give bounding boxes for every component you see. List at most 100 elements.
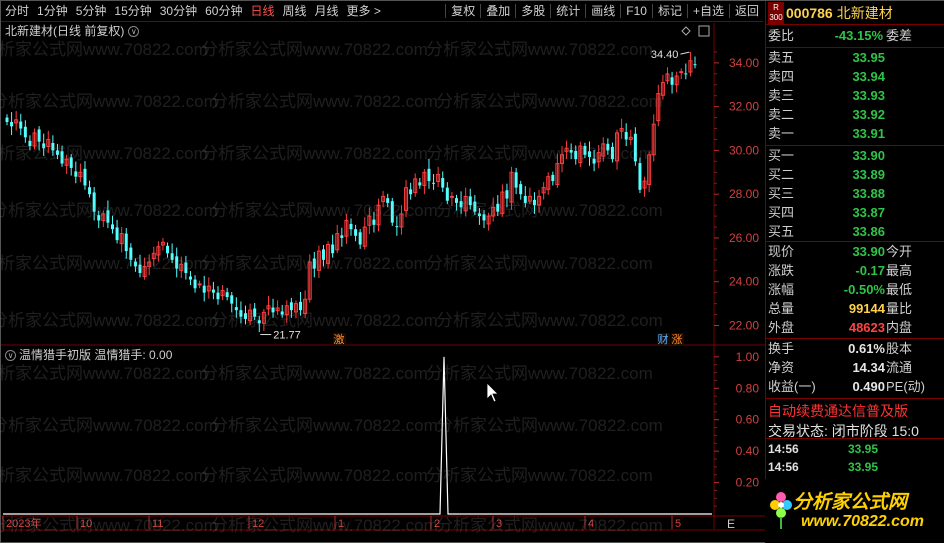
candle-body [166,245,170,254]
candle-body [92,192,96,212]
candle-body [624,132,628,140]
candle-body [115,227,119,241]
candle-body [244,313,248,319]
chevron-down-icon[interactable]: ∨ [5,350,16,362]
bid-level-5: 买五 33.86 [768,224,885,239]
app-window: 分时 1分钟 5分钟 15分钟 30分钟 60分钟 日线 周线 月线 更多 > … [0,0,944,543]
candle-body [202,285,206,293]
candle-body [468,196,472,206]
candle-body [459,201,463,208]
candle-body [473,201,477,212]
chevron-down-icon[interactable]: ∨ [128,26,140,38]
candlestick-series: 34.40 21.77 激 财涨 [5,25,710,346]
candle-body [569,149,573,153]
tick-row: 14:5633.95 [768,442,879,456]
main-chart-title: 北新建材(日线 前复权) ∨ [5,23,140,39]
y-tick-label: 24.00 [729,275,759,289]
candle-body [482,214,486,221]
candle-body [170,253,174,260]
stat-row: 外盘 48623 内盘 [768,320,913,335]
candle-body [129,247,133,260]
candle-body [514,172,518,188]
candle-body [693,64,697,66]
candle-body [670,77,674,85]
candle-body [409,189,413,195]
x-tick-label: 5 [675,518,681,530]
high-price-label: 34.40 [651,49,679,61]
candle-body [496,203,500,212]
candle-body [234,307,238,311]
ind-y-tick-label: 0.40 [736,444,760,458]
x-tick-label: 1 [338,518,344,530]
event-marker-label: 激 [334,332,345,346]
kline-chart[interactable]: 34.40 21.77 激 财涨 22.00 24.00 26.00 28.00 30.00 3… [1,1,765,543]
diamond-icon[interactable] [681,26,691,36]
stock-header: R 300 000786 北新建材 [766,1,944,25]
mouse-cursor-icon [486,382,499,403]
y-tick-label: 28.00 [729,187,759,201]
candle-body [679,71,684,74]
ask-level-4: 卖四 33.94 [768,69,885,84]
x-tick-label: 2023年 [6,516,41,530]
fin-row: 换手 0.61% 股本 [768,341,913,356]
candle-body [551,174,555,182]
y-tick-label: 22.00 [729,318,759,332]
candle-body [312,258,316,269]
candle-body [280,311,284,315]
candle-body [83,168,87,186]
candle-body [588,151,592,157]
promo-link[interactable]: 自动续费通达信普及版 [768,401,908,421]
candle-body [133,261,137,267]
candle-body [5,117,9,122]
candle-body [28,140,32,147]
candle-body [610,146,614,160]
candle-body [124,233,128,252]
candle-body [331,244,335,254]
panel-toggle-icon[interactable] [698,25,710,37]
candle-body [239,310,243,317]
x-axis-corner-label: E [727,517,735,531]
logo-text: 分析家公式网 [793,492,908,513]
ask-level-5: 卖五 33.95 [768,50,885,65]
candle-body [432,182,436,184]
logo-url: www.70822.com [801,513,925,530]
candle-body [253,308,257,317]
candle-body [427,168,431,182]
candle-body [271,307,275,313]
candle-body [138,264,142,273]
candle-body [257,320,261,324]
candle-body [230,295,234,304]
candle-body [349,223,353,230]
indicator-name: 温情猎手初版 [19,348,92,362]
x-tick-label: 3 [496,518,502,530]
candle-body [390,201,394,223]
x-tick-label: 12 [252,518,264,530]
candle-body [583,146,587,155]
candle-body [519,184,523,195]
y-tick-label: 34.00 [729,56,759,70]
ind-y-tick-label: 1.00 [736,350,760,364]
candle-body [23,126,27,138]
x-tick-label: 2 [434,518,440,530]
y-tick-label: 30.00 [729,143,759,157]
candle-body [340,235,344,238]
candle-body [638,163,642,190]
candle-body [299,301,303,311]
stat-row: 现价 33.90 今开 [768,244,913,259]
ind-y-tick-label: 0.80 [736,381,760,395]
candle-body [184,262,188,273]
quote-panel: R 300 000786 北新建材 委比 -43.15% 委差 卖五 33.95 卖四… [765,1,944,543]
candle-body [606,143,610,151]
candle-body [574,150,578,160]
ask-level-1: 卖一 33.91 [768,126,885,141]
candle-body [10,121,14,127]
tick-row: 14:5633.95 [768,460,879,474]
candle-body [358,232,362,245]
candle-body [592,158,596,164]
ask-level-2: 卖二 33.92 [768,107,885,122]
candle-body [449,195,454,198]
stat-row: 总量 99144 量比 [768,301,913,316]
candle-body [372,219,376,225]
candle-body [110,224,114,230]
y-tick-label: 32.00 [729,100,759,114]
